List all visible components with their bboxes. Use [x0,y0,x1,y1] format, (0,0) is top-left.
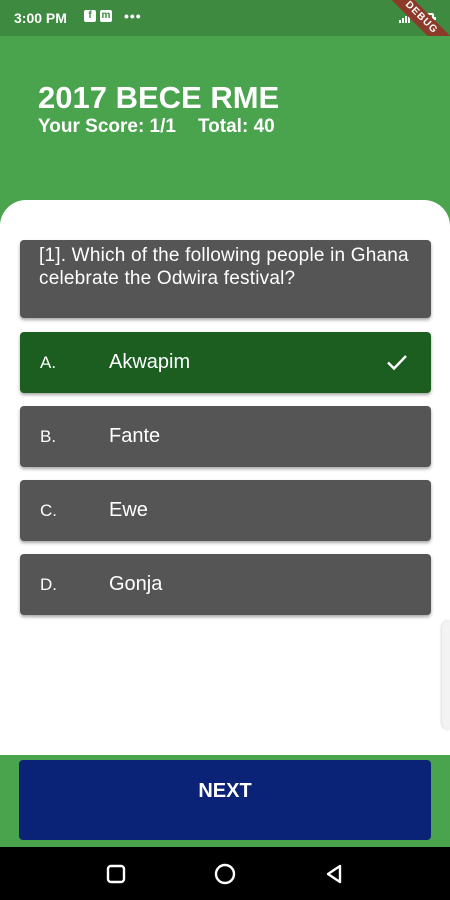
option-d[interactable]: D. Gonja [20,554,431,615]
recents-icon[interactable] [104,862,128,886]
option-text: Ewe [109,499,148,521]
facebook-icon: f [84,10,96,22]
quiz-title: 2017 BECE RME [38,80,280,115]
messenger-icon: m [100,10,112,22]
notification-icons: f m ••• [84,8,142,24]
option-letter: D. [40,575,57,594]
question-card: [1]. Which of the following people in Gh… [20,240,431,318]
home-icon[interactable] [213,862,237,886]
check-icon [387,355,407,371]
option-c[interactable]: C. Ewe [20,480,431,541]
back-icon[interactable] [322,862,346,886]
question-text: [1]. Which of the following people in Gh… [39,245,409,289]
score-row: Your Score: 1/1 Total: 40 [38,116,275,138]
more-notifications: ••• [124,8,142,24]
status-bar: 3:00 PM f m ••• [0,0,450,36]
option-text: Gonja [109,573,163,595]
next-button[interactable]: NEXT [19,760,431,840]
option-letter: B. [40,427,57,446]
option-b[interactable]: B. Fante [20,406,431,467]
status-time: 3:00 PM [14,10,67,26]
option-text: Fante [109,425,161,447]
navigation-bar [0,847,450,900]
option-a[interactable]: A. Akwapim [20,332,431,393]
total-label: Total: 40 [197,116,275,137]
option-text: Akwapim [109,351,191,373]
score-label: Your Score: 1/1 [38,116,176,137]
option-letter: C. [40,501,57,520]
option-letter: A. [40,353,57,372]
edge-panel-handle[interactable] [442,620,450,730]
